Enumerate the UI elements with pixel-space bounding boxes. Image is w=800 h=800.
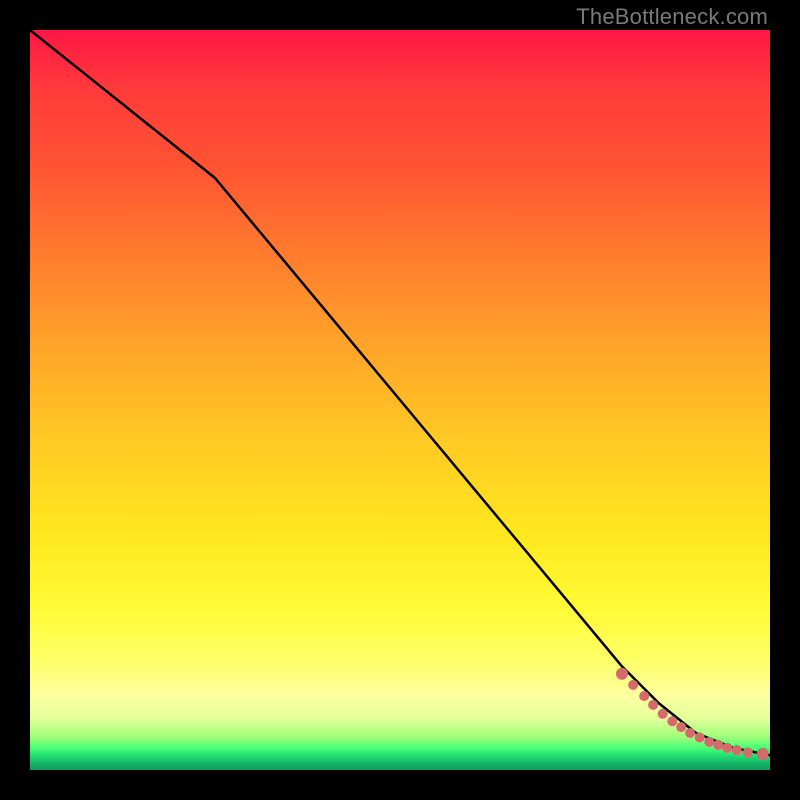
scatter-point <box>616 668 628 680</box>
scatter-point <box>628 680 638 690</box>
scatter-point <box>722 743 732 753</box>
bottleneck-curve <box>30 30 770 755</box>
scatter-point <box>695 732 705 742</box>
chart-overlay <box>30 30 770 770</box>
plot-area <box>30 30 770 770</box>
scatter-point <box>704 737 714 747</box>
scatter-point <box>713 740 723 750</box>
scatter-point <box>757 748 769 760</box>
watermark-text: TheBottleneck.com <box>576 4 768 30</box>
chart-frame: TheBottleneck.com <box>0 0 800 800</box>
scatter-point <box>676 722 686 732</box>
scatter-point <box>648 700 658 710</box>
scatter-point <box>658 709 668 719</box>
scatter-point <box>732 745 742 755</box>
scatter-point <box>685 728 695 738</box>
scatter-point <box>743 747 753 757</box>
scatter-point <box>667 716 677 726</box>
scatter-point <box>639 691 649 701</box>
